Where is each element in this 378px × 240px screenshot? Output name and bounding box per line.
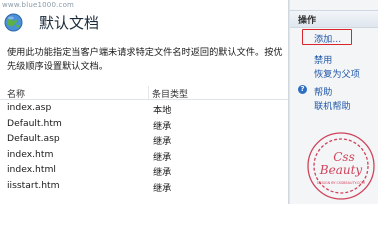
row-name: index.htm: [7, 148, 54, 160]
disable-link[interactable]: 禁用: [314, 52, 332, 66]
row-type: 继承: [153, 182, 172, 194]
actions-header-label: 操作: [298, 16, 317, 26]
row-name: index.html: [7, 164, 56, 175]
row-type: 本地: [153, 105, 172, 116]
online-help-link[interactable]: 联机帮助: [314, 98, 351, 112]
table-row[interactable]: Default.asp 继承: [0, 132, 288, 148]
row-type: 继承: [153, 120, 172, 132]
table-row[interactable]: Default.htm 继承: [0, 117, 288, 133]
main-content: www.blue1000.com 默认文档 使用此功能指定当客户端未请求特定文件…: [0, 0, 288, 204]
row-name: Default.htm: [7, 117, 62, 129]
table-row[interactable]: iisstart.htm 继承: [0, 179, 288, 195]
svg-text:DESIGN BY CSSBEAUTY.COM: DESIGN BY CSSBEAUTY.COM: [317, 181, 365, 185]
row-type: 继承: [153, 151, 172, 163]
page-description: 使用此功能指定当客户端未请求特定文件名时返回的默认文件。按优先级顺序设置默认文档…: [7, 47, 283, 72]
row-name: Default.asp: [7, 133, 60, 144]
page-title: 默认文档: [39, 14, 100, 32]
help-link[interactable]: 帮助: [314, 84, 332, 98]
column-header-type[interactable]: 条目类型: [152, 87, 188, 100]
add-link[interactable]: 添加...: [314, 31, 341, 45]
revert-to-parent-link[interactable]: 恢复为父项: [314, 66, 360, 80]
row-name: index.asp: [7, 102, 52, 113]
column-separator[interactable]: [148, 86, 149, 99]
svg-text:Beauty: Beauty: [319, 163, 363, 177]
row-name: iisstart.htm: [7, 179, 60, 191]
table-row[interactable]: index.htm 继承: [0, 148, 288, 164]
row-type: 继承: [153, 167, 172, 178]
table-row[interactable]: index.asp 本地: [0, 101, 288, 117]
default-document-list: index.asp 本地 Default.htm 继承 Default.asp …: [0, 101, 288, 194]
cssbeauty-stamp-logo: Css Beauty DESIGN BY CSSBEAUTY.COM: [303, 128, 378, 204]
svg-text:Css: Css: [333, 150, 355, 164]
help-icon: ?: [298, 85, 307, 94]
watermark-url: www.blue1000.com: [2, 1, 75, 9]
actions-header: 操作: [290, 10, 378, 28]
row-type: 继承: [153, 136, 172, 147]
table-header: 名称 条目类型: [0, 86, 288, 100]
globe-icon: [4, 13, 23, 32]
table-row[interactable]: index.html 继承: [0, 163, 288, 179]
column-header-name[interactable]: 名称: [7, 87, 25, 100]
